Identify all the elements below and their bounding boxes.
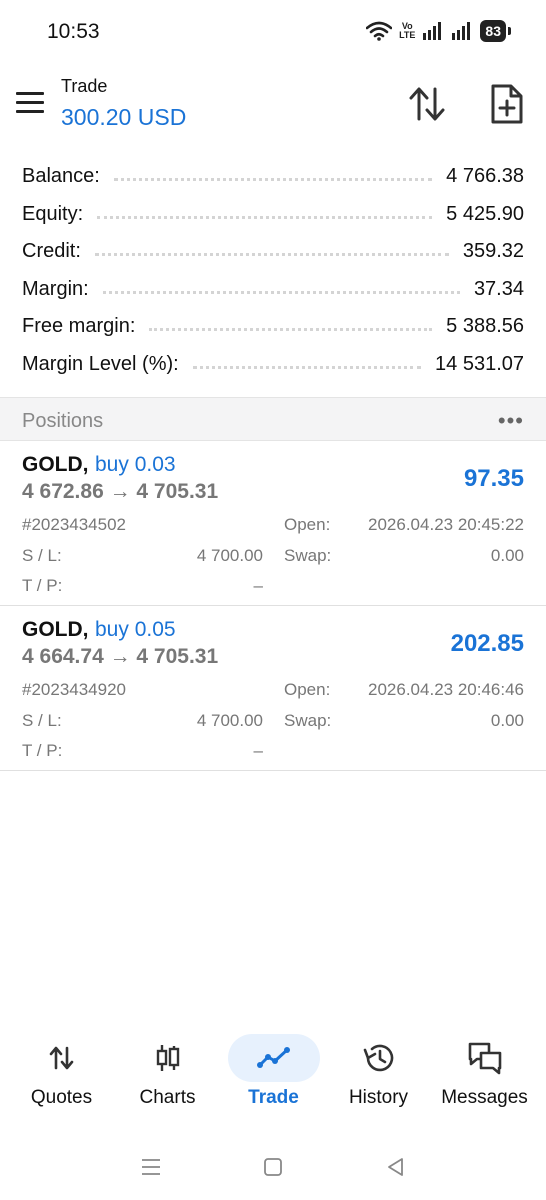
history-icon — [333, 1034, 425, 1082]
home-icon[interactable] — [260, 1154, 286, 1180]
swap-label: Swap: — [284, 546, 332, 565]
open-label: Open: — [284, 680, 331, 699]
trade-icon — [227, 1034, 320, 1082]
nav-history[interactable]: History — [326, 1020, 431, 1120]
sl-label: S / L: — [22, 546, 62, 565]
position-side: buy 0.03 — [95, 453, 176, 476]
sort-icon[interactable] — [406, 84, 450, 124]
nav-trade[interactable]: Trade — [221, 1020, 326, 1120]
position-ticket: #2023434502 — [22, 515, 127, 534]
open-time: 2026.04.23 20:46:46 — [368, 680, 524, 699]
header-balance: 300.20 USD — [61, 104, 187, 130]
summary-row-margin: Margin: 37.34 — [0, 271, 546, 309]
position-symbol: GOLD, — [22, 618, 89, 641]
summary-row-free-margin: Free margin: 5 388.56 — [0, 308, 546, 346]
menu-icon[interactable] — [16, 92, 46, 116]
summary-label: Credit: — [22, 240, 81, 263]
swap-label: Swap: — [284, 711, 332, 730]
nav-label: Trade — [248, 1087, 299, 1108]
tp-value: – — [253, 741, 263, 760]
battery-indicator: 83 — [480, 20, 511, 42]
position-side: buy 0.05 — [95, 618, 176, 641]
status-bar: 10:53 Vo LTE 83 — [0, 0, 546, 64]
nav-label: Messages — [441, 1087, 528, 1108]
page-title: Trade — [61, 76, 108, 96]
volte-icon: Vo LTE — [399, 22, 415, 40]
summary-value: 5 425.90 — [446, 202, 524, 225]
summary-value: 359.32 — [462, 240, 524, 263]
summary-label: Free margin: — [22, 315, 136, 338]
summary-row-balance: Balance: 4 766.38 — [0, 158, 546, 196]
position-row[interactable]: GOLD, buy 0.05 4 664.74 → 4 705.31 202.8… — [0, 606, 546, 771]
dotted-leader — [94, 253, 449, 257]
summary-row-equity: Equity: 5 425.90 — [0, 196, 546, 234]
summary-value: 14 531.07 — [435, 352, 524, 375]
app-header: Trade 300.20 USD — [0, 64, 546, 154]
positions-section-header: Positions ••• — [0, 397, 546, 441]
system-nav-bar — [0, 1140, 546, 1200]
dotted-leader — [192, 365, 422, 369]
summary-row-margin-level: Margin Level (%): 14 531.07 — [0, 346, 546, 384]
signal-icon — [423, 22, 442, 40]
summary-label: Balance: — [22, 165, 100, 188]
signal-icon-2 — [452, 22, 471, 40]
wifi-icon — [366, 21, 393, 41]
nav-charts[interactable]: Charts — [115, 1020, 220, 1120]
swap-value: 0.00 — [490, 546, 524, 565]
dotted-leader — [102, 290, 460, 294]
position-prices: 4 672.86 → 4 705.31 — [22, 480, 219, 503]
charts-icon — [122, 1034, 214, 1082]
position-ticket: #2023434920 — [22, 680, 127, 699]
summary-value: 37.34 — [473, 277, 524, 300]
summary-label: Equity: — [22, 202, 84, 225]
summary-label: Margin Level (%): — [22, 352, 179, 375]
nav-messages[interactable]: Messages — [432, 1020, 537, 1120]
back-icon[interactable] — [383, 1154, 409, 1180]
more-options-icon[interactable]: ••• — [498, 408, 524, 434]
positions-title: Positions — [22, 410, 104, 432]
bottom-nav: Quotes Charts Trade History Messages — [0, 1020, 546, 1120]
position-symbol: GOLD, — [22, 453, 89, 476]
nav-label: Quotes — [30, 1087, 93, 1108]
sl-label: S / L: — [22, 711, 62, 730]
open-time: 2026.04.23 20:45:22 — [368, 515, 524, 534]
sl-value: 4 700.00 — [196, 546, 263, 565]
summary-value: 5 388.56 — [446, 315, 524, 338]
summary-value: 4 766.38 — [446, 165, 524, 188]
dotted-leader — [97, 215, 433, 219]
summary-row-credit: Credit: 359.32 — [0, 233, 546, 271]
dotted-leader — [149, 328, 433, 332]
swap-value: 0.00 — [490, 711, 524, 730]
tp-value: – — [253, 576, 263, 595]
status-icons: Vo LTE 83 — [366, 20, 511, 42]
messages-icon — [439, 1034, 531, 1082]
status-time: 10:53 — [47, 20, 100, 43]
position-row[interactable]: GOLD, buy 0.03 4 672.86 → 4 705.31 97.35… — [0, 441, 546, 606]
nav-label: Charts — [139, 1087, 196, 1108]
account-summary: Balance: 4 766.38 Equity: 5 425.90 Credi… — [0, 158, 546, 383]
open-label: Open: — [284, 515, 331, 534]
tp-label: T / P: — [22, 741, 63, 760]
nav-quotes[interactable]: Quotes — [9, 1020, 114, 1120]
dotted-leader — [113, 178, 433, 182]
summary-label: Margin: — [22, 277, 89, 300]
volte-bottom: LTE — [399, 30, 416, 40]
position-profit: 202.85 — [450, 630, 524, 657]
tp-label: T / P: — [22, 576, 63, 595]
nav-label: History — [348, 1087, 409, 1108]
new-order-icon[interactable] — [488, 82, 526, 126]
sl-value: 4 700.00 — [196, 711, 263, 730]
quotes-icon — [16, 1034, 108, 1082]
recents-icon[interactable] — [138, 1154, 164, 1180]
position-profit: 97.35 — [463, 465, 524, 492]
position-prices: 4 664.74 → 4 705.31 — [22, 645, 219, 668]
